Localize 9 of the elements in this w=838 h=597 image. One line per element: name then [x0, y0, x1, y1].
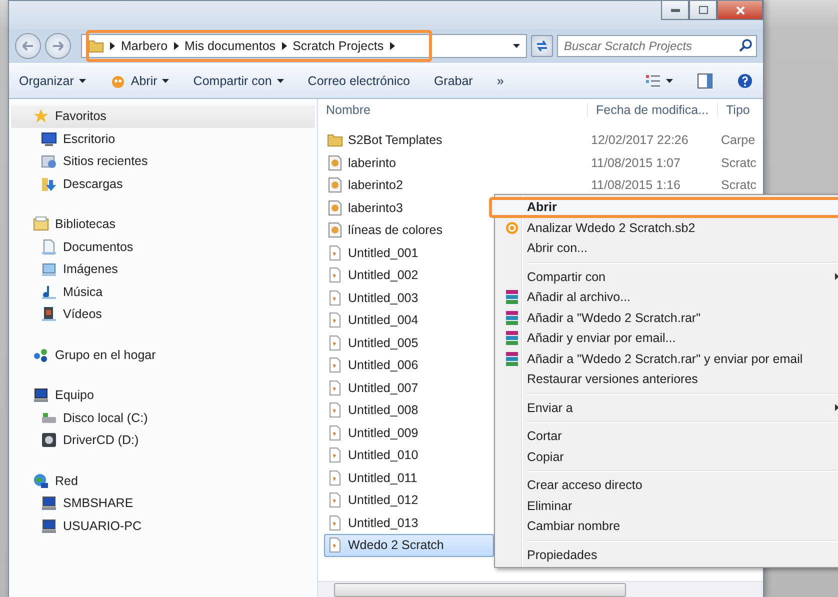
- type-cell-text: Scratc: [721, 156, 758, 170]
- date-cell-text: 12/02/2017 22:26: [591, 133, 690, 148]
- type-cell-text: Carpe: [721, 133, 756, 148]
- date-cell-text: 11/08/2015 1:16: [591, 178, 682, 192]
- file-name: laberinto2: [325, 177, 591, 194]
- date-cell-text: 11/08/2015 1:07: [591, 156, 682, 170]
- file-name: laberinto: [325, 154, 591, 171]
- type-cell-text: Scratc: [721, 178, 758, 192]
- file-name: S2Bot Templates: [325, 132, 591, 148]
